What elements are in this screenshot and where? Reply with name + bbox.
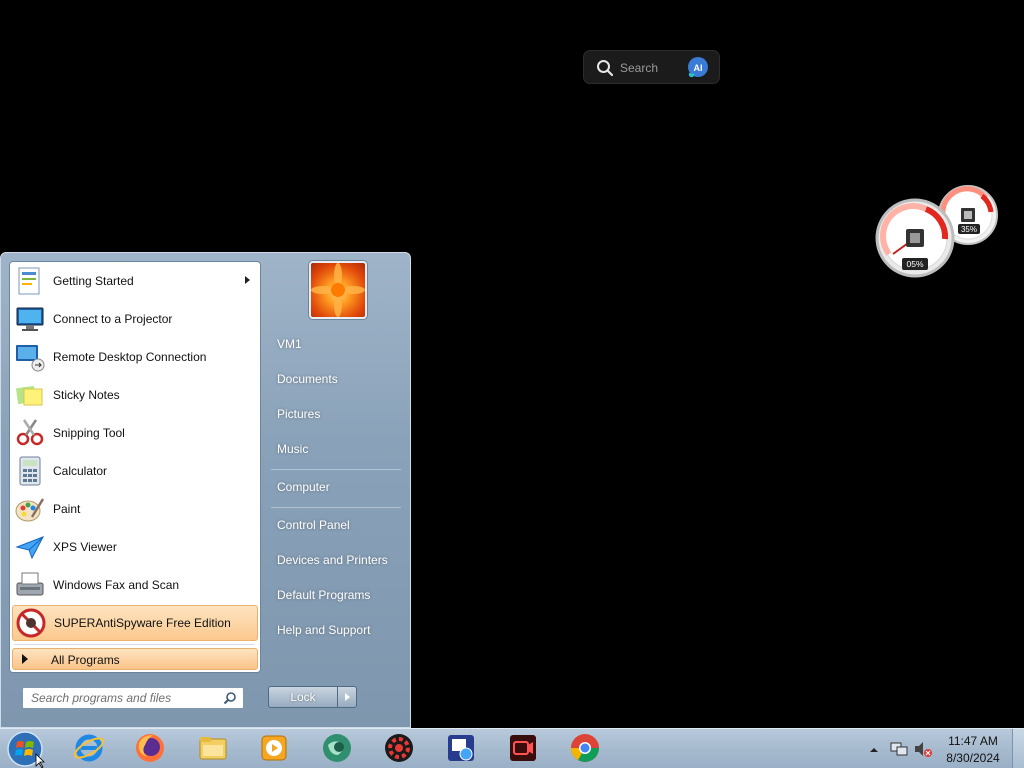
clock-time[interactable]: 11:47 AM [936,734,1010,748]
search-icon [597,60,614,77]
all-programs-button[interactable]: All Programs [12,648,258,670]
red-gear-app-icon[interactable] [382,731,416,765]
chrome-icon[interactable] [568,731,602,765]
program-snipping-tool[interactable]: Snipping Tool [12,415,258,451]
getting-started-icon [18,267,40,295]
internet-explorer-icon[interactable] [72,731,106,765]
program-calculator[interactable]: Calculator [12,453,258,489]
menu-help-support[interactable]: Help and Support [267,618,405,642]
volume-muted-icon[interactable] [912,729,934,768]
screen-recorder-icon[interactable] [506,731,540,765]
cpu-meter-gadget[interactable]: 35% 05% [874,184,1004,280]
media-player-icon[interactable] [257,731,291,765]
user-avatar[interactable] [309,261,367,319]
program-superantispyware[interactable]: SUPERAntiSpyware Free Edition [12,605,258,641]
program-sticky-notes[interactable]: Sticky Notes [12,377,258,413]
places-separator [271,469,401,470]
program-getting-started[interactable]: Getting Started [12,263,258,299]
menu-devices-printers[interactable]: Devices and Printers [267,548,405,572]
show-hidden-icons-button[interactable] [866,729,882,768]
memory-value: 35% [961,225,977,234]
start-menu-places-pane: VM1 Documents Pictures Music Computer Co… [261,253,411,729]
program-remote-desktop[interactable]: Remote Desktop Connection [12,339,258,375]
start-menu: Getting Started Connect to a Projector R… [0,252,411,728]
menu-computer[interactable]: Computer [267,475,405,499]
menu-pictures[interactable]: Pictures [267,402,405,426]
power-options-button[interactable] [337,686,357,708]
globe-app-icon[interactable] [320,731,354,765]
menu-default-programs[interactable]: Default Programs [267,583,405,607]
network-icon[interactable] [888,729,910,768]
menu-control-panel[interactable]: Control Panel [267,513,405,537]
lock-button[interactable]: Lock [268,686,338,708]
program-paint[interactable]: Paint [12,491,258,527]
menu-user-folder[interactable]: VM1 [267,332,405,356]
firefox-icon[interactable] [133,731,167,765]
projector-icon [16,307,44,331]
sticky-notes-icon [15,385,43,406]
clock-date[interactable]: 8/30/2024 [936,751,1010,765]
superantispyware-icon [16,608,46,638]
image-tool-icon[interactable] [444,731,478,765]
expand-arrow-icon [22,654,28,664]
remote-desktop-icon [16,345,45,372]
calculator-icon [19,456,41,486]
start-menu-programs-pane: Getting Started Connect to a Projector R… [9,261,261,673]
svg-text:AI: AI [694,63,703,73]
menu-documents[interactable]: Documents [267,367,405,391]
places-separator [271,507,401,508]
file-explorer-icon[interactable] [196,731,230,765]
program-xps-viewer[interactable]: XPS Viewer [12,529,258,565]
desktop-search-placeholder: Search [620,61,659,75]
desktop-search-widget[interactable]: Search AI [583,50,720,84]
program-fax-and-scan[interactable]: Windows Fax and Scan [12,567,258,603]
fax-scan-icon [16,572,44,596]
snipping-tool-icon [16,419,44,446]
xps-viewer-icon [15,536,45,560]
search-programs-input[interactable] [23,688,227,708]
cpu-gauge: 05% [875,198,955,278]
start-button[interactable] [5,730,45,768]
flower-icon [311,263,365,317]
search-icon[interactable] [223,691,237,705]
menu-music[interactable]: Music [267,437,405,461]
paint-icon [15,498,45,522]
programs-divider [14,644,254,645]
submenu-arrow-icon[interactable] [245,276,250,284]
start-search-box[interactable] [22,687,244,709]
program-connect-to-projector[interactable]: Connect to a Projector [12,301,258,337]
arrow-right-icon [345,693,350,701]
show-desktop-button[interactable] [1012,729,1024,768]
cpu-value: 05% [906,259,923,269]
ai-assistant-icon[interactable]: AI [686,56,710,80]
